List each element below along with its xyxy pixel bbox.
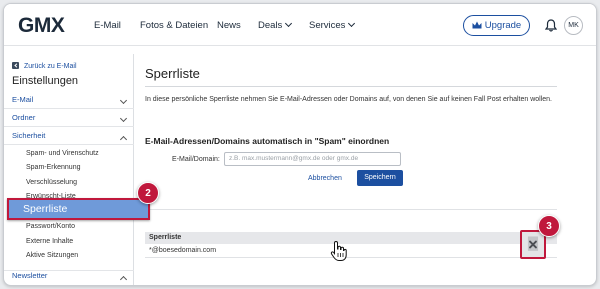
bell-icon[interactable] bbox=[545, 19, 557, 32]
blocklist-table: Sperrliste *@boesedomain.com bbox=[145, 232, 557, 258]
upgrade-button[interactable]: Upgrade bbox=[463, 15, 530, 36]
chevron-down-icon bbox=[119, 114, 128, 123]
avatar[interactable]: MK bbox=[564, 16, 583, 35]
nav-deals-label: Deals bbox=[258, 20, 283, 31]
sidebar-item-spam-virus[interactable]: Spam- und Virenschutz bbox=[26, 150, 99, 157]
sidebar-section-email[interactable]: E-Mail bbox=[4, 95, 134, 109]
sidebar-section-label: Newsletter bbox=[12, 271, 48, 280]
sidebar-section-label: E-Mail bbox=[12, 95, 34, 104]
sidebar-item-external-content[interactable]: Externe Inhalte bbox=[26, 238, 73, 245]
back-arrow-icon bbox=[12, 62, 19, 69]
table-header: Sperrliste bbox=[145, 232, 557, 244]
sidebar-item-blocklist[interactable]: Sperrliste bbox=[7, 198, 150, 220]
sidebar-section-label: Ordner bbox=[12, 113, 36, 122]
nav-photos-files[interactable]: Fotos & Dateien bbox=[140, 20, 208, 31]
section-divider bbox=[145, 209, 557, 210]
email-domain-label: E-Mail/Domain: bbox=[172, 156, 220, 163]
nav-deals[interactable]: Deals bbox=[258, 19, 293, 31]
sidebar-item-spam-detection[interactable]: Spam-Erkennung bbox=[26, 164, 80, 171]
chevron-up-icon bbox=[119, 135, 128, 144]
nav-services-label: Services bbox=[309, 20, 346, 31]
app-window: GMX E-Mail Fotos & Dateien News Deals Se… bbox=[3, 3, 597, 286]
upgrade-label: Upgrade bbox=[484, 20, 522, 31]
nav-email[interactable]: E-Mail bbox=[94, 20, 121, 31]
sidebar-section-security[interactable]: Sicherheit bbox=[4, 131, 134, 145]
step-marker-3: 3 bbox=[538, 215, 560, 237]
sidebar-section-newsletter[interactable]: Newsletter bbox=[4, 270, 134, 284]
nav-news[interactable]: News bbox=[217, 20, 241, 31]
save-button[interactable]: Speichern bbox=[357, 170, 403, 186]
sidebar-title: Einstellungen bbox=[12, 75, 79, 87]
chevron-up-icon bbox=[119, 275, 128, 284]
table-row[interactable]: *@boesedomain.com bbox=[145, 244, 557, 258]
hand-cursor-icon bbox=[330, 240, 347, 261]
chevron-down-icon bbox=[285, 19, 293, 28]
chevron-down-icon bbox=[348, 19, 356, 28]
back-link-label: Zurück zu E-Mail bbox=[24, 63, 77, 70]
step-marker-2: 2 bbox=[137, 182, 159, 204]
intro-text: In diese persönliche Sperrliste nehmen S… bbox=[145, 96, 553, 103]
chevron-down-icon bbox=[119, 96, 128, 105]
cancel-button[interactable]: Abbrechen bbox=[308, 175, 342, 182]
trash-icon bbox=[527, 236, 539, 251]
crown-icon bbox=[472, 21, 482, 29]
title-divider bbox=[145, 86, 557, 87]
sidebar-item-active-sessions[interactable]: Aktive Sitzungen bbox=[26, 252, 78, 259]
page-title: Sperrliste bbox=[145, 66, 200, 81]
nav-services[interactable]: Services bbox=[309, 19, 356, 31]
sidebar-section-folders[interactable]: Ordner bbox=[4, 113, 134, 127]
top-navigation: GMX E-Mail Fotos & Dateien News Deals Se… bbox=[4, 4, 596, 46]
form-heading: E-Mail-Adressen/Domains automatisch in "… bbox=[145, 136, 390, 146]
back-to-email-link[interactable]: Zurück zu E-Mail bbox=[12, 62, 77, 70]
sidebar-item-password-account[interactable]: Passwort/Konto bbox=[26, 223, 75, 230]
sidebar-section-label: Sicherheit bbox=[12, 131, 46, 140]
settings-sidebar: Zurück zu E-Mail Einstellungen E-Mail Or… bbox=[4, 54, 134, 285]
email-domain-input[interactable]: z.B. max.mustermann@gmx.de oder gmx.de bbox=[224, 152, 401, 166]
sidebar-item-encryption[interactable]: Verschlüsselung bbox=[26, 179, 77, 186]
gmx-logo[interactable]: GMX bbox=[18, 14, 65, 38]
